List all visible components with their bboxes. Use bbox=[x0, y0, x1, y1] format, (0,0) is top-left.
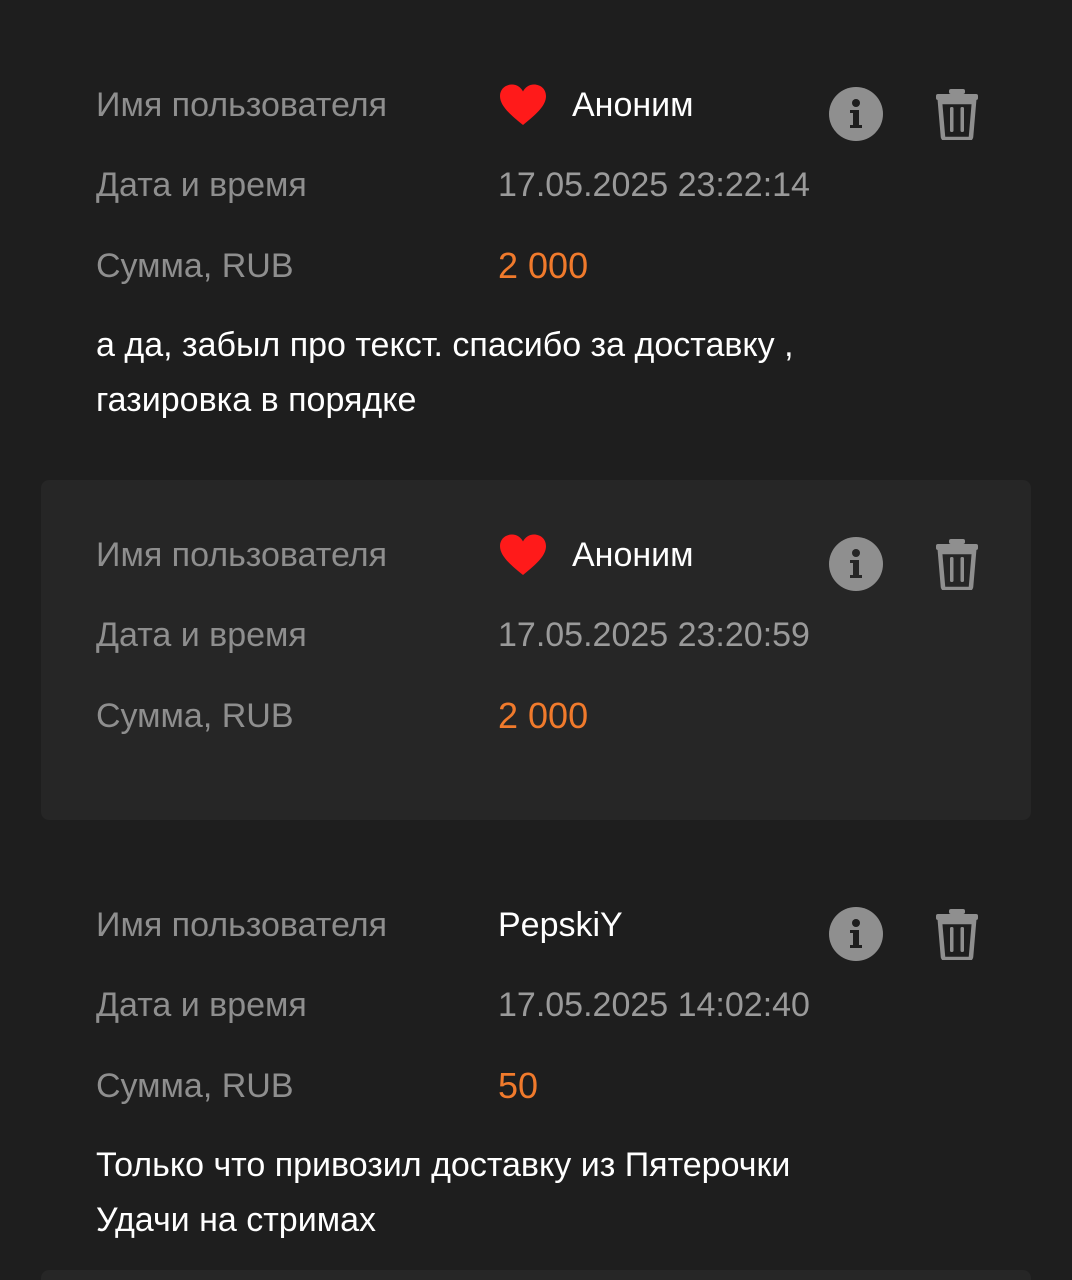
username-value: Аноним bbox=[498, 84, 694, 125]
datetime-label: Дата и время bbox=[96, 166, 307, 204]
info-button[interactable] bbox=[829, 537, 883, 591]
username-text: PepskiY bbox=[498, 906, 623, 944]
amount-row: Сумма, RUB 50 bbox=[96, 1066, 996, 1106]
delete-button[interactable] bbox=[935, 538, 979, 590]
username-text: Аноним bbox=[572, 86, 694, 124]
message-line: Только что привозил доставку из Пятерочк… bbox=[96, 1146, 791, 1184]
datetime-row: Дата и время 17.05.2025 23:20:59 bbox=[96, 615, 996, 655]
donation-card-partial bbox=[41, 1270, 1031, 1280]
datetime-label: Дата и время bbox=[96, 616, 307, 654]
amount-value: 2 000 bbox=[498, 245, 589, 286]
message-line: а да, забыл про текст. спасибо за достав… bbox=[96, 326, 794, 364]
donation-card: Имя пользователя PepskiY Дата и время 17… bbox=[41, 850, 1031, 1260]
trash-icon bbox=[936, 89, 978, 140]
amount-value: 50 bbox=[498, 1065, 539, 1106]
info-icon bbox=[850, 919, 862, 948]
username-label: Имя пользователя bbox=[96, 86, 387, 124]
datetime-row: Дата и время 17.05.2025 23:22:14 bbox=[96, 165, 996, 205]
trash-icon bbox=[936, 539, 978, 590]
donations-page: Имя пользователя Аноним Дата и время 17.… bbox=[0, 0, 1072, 1280]
donation-message: а да, забыл про текст. спасибо за достав… bbox=[96, 318, 956, 428]
amount-row: Сумма, RUB 2 000 bbox=[96, 696, 996, 736]
info-icon bbox=[850, 99, 862, 128]
username-label: Имя пользователя bbox=[96, 906, 387, 944]
datetime-value: 17.05.2025 23:22:14 bbox=[498, 166, 810, 204]
message-line: газировка в порядке bbox=[96, 381, 417, 419]
amount-value: 2 000 bbox=[498, 695, 589, 736]
message-line: Удачи на стримах bbox=[96, 1201, 376, 1239]
datetime-label: Дата и время bbox=[96, 986, 307, 1024]
donation-card: Имя пользователя Аноним Дата и время 17.… bbox=[41, 480, 1031, 820]
amount-row: Сумма, RUB 2 000 bbox=[96, 246, 996, 286]
heart-icon bbox=[500, 534, 546, 575]
datetime-value: 17.05.2025 23:20:59 bbox=[498, 616, 810, 654]
datetime-value: 17.05.2025 14:02:40 bbox=[498, 986, 810, 1024]
username-value: Аноним bbox=[498, 534, 694, 575]
delete-button[interactable] bbox=[935, 908, 979, 960]
info-button[interactable] bbox=[829, 87, 883, 141]
username-text: Аноним bbox=[572, 536, 694, 574]
amount-label: Сумма, RUB bbox=[96, 697, 294, 735]
donation-card: Имя пользователя Аноним Дата и время 17.… bbox=[41, 30, 1031, 450]
donation-message: Только что привозил доставку из Пятерочк… bbox=[96, 1138, 956, 1248]
amount-label: Сумма, RUB bbox=[96, 1067, 294, 1105]
info-icon bbox=[850, 549, 862, 578]
heart-icon bbox=[500, 84, 546, 125]
trash-icon bbox=[936, 909, 978, 960]
username-label: Имя пользователя bbox=[96, 536, 387, 574]
amount-label: Сумма, RUB bbox=[96, 247, 294, 285]
datetime-row: Дата и время 17.05.2025 14:02:40 bbox=[96, 985, 996, 1025]
delete-button[interactable] bbox=[935, 88, 979, 140]
info-button[interactable] bbox=[829, 907, 883, 961]
